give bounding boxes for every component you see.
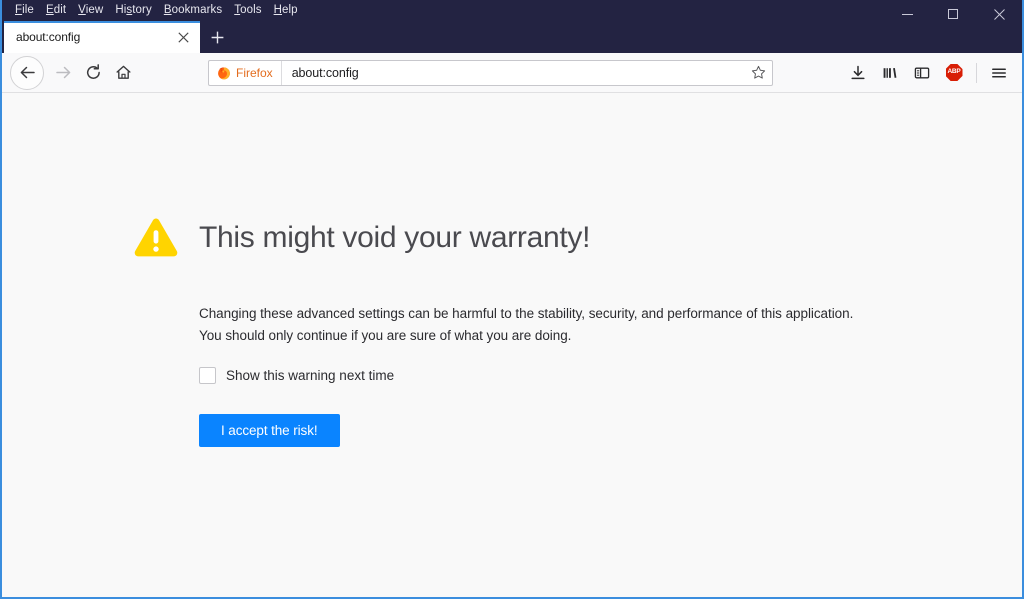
- downloads-icon: [851, 65, 865, 79]
- menu-icon: [992, 67, 1006, 78]
- tab-strip: about:config: [2, 20, 1022, 53]
- forward-icon: [55, 66, 70, 79]
- menu-help[interactable]: Help: [268, 0, 304, 20]
- warning-description: Changing these advanced settings can be …: [199, 306, 854, 343]
- library-button[interactable]: [875, 58, 905, 88]
- minimize-button[interactable]: [884, 0, 930, 28]
- close-icon: [993, 8, 1005, 20]
- close-button[interactable]: [976, 0, 1022, 28]
- app-menu-button[interactable]: [984, 58, 1014, 88]
- maximize-icon: [948, 9, 958, 19]
- back-icon: [20, 66, 35, 79]
- forward-button[interactable]: [48, 58, 78, 88]
- sidebar-icon: [914, 67, 930, 78]
- warning-block: This might void your warranty! Changing …: [133, 217, 893, 447]
- reload-icon: [86, 64, 100, 79]
- home-button[interactable]: [108, 58, 138, 88]
- show-warning-label: Show this warning next time: [226, 367, 395, 383]
- menu-edit[interactable]: Edit: [40, 0, 72, 20]
- url-input[interactable]: about:config: [282, 66, 744, 80]
- page-title: This might void your warranty!: [199, 221, 591, 254]
- tab-title: about:config: [16, 30, 81, 44]
- title-bar: File Edit View History Bookmarks Tools H…: [2, 0, 1022, 20]
- identity-box[interactable]: Firefox: [209, 60, 282, 85]
- toolbar-right-buttons: ABP: [843, 58, 1014, 88]
- sidebar-button[interactable]: [907, 58, 937, 88]
- show-warning-checkbox[interactable]: [199, 366, 216, 384]
- accept-risk-button[interactable]: I accept the risk!: [199, 413, 340, 447]
- page-content: This might void your warranty! Changing …: [2, 93, 1022, 597]
- url-bar[interactable]: Firefox about:config: [208, 59, 773, 86]
- bookmark-star-button[interactable]: [744, 61, 772, 85]
- minimize-icon: [901, 14, 913, 15]
- show-warning-checkbox-row[interactable]: Show this warning next time: [199, 366, 893, 384]
- window-controls: [884, 0, 1022, 20]
- menu-tools[interactable]: Tools: [228, 0, 267, 20]
- back-button[interactable]: [10, 55, 44, 90]
- menu-history[interactable]: History: [109, 0, 158, 20]
- new-tab-button[interactable]: [200, 21, 234, 53]
- tab-about-config[interactable]: about:config: [4, 21, 200, 53]
- adblock-plus-button[interactable]: ABP: [939, 58, 969, 88]
- warning-header: This might void your warranty!: [133, 217, 893, 259]
- home-icon: [116, 65, 130, 79]
- maximize-button[interactable]: [930, 0, 976, 28]
- downloads-button[interactable]: [843, 58, 873, 88]
- plus-icon: [211, 31, 223, 43]
- warning-triangle-icon: [134, 218, 178, 257]
- browser-window: File Edit View History Bookmarks Tools H…: [0, 0, 1024, 599]
- firefox-logo-icon: [218, 66, 230, 79]
- reload-button[interactable]: [78, 58, 108, 88]
- adblock-plus-label: ABP: [947, 68, 961, 76]
- identity-label: Firefox: [236, 65, 273, 80]
- menu-bookmarks[interactable]: Bookmarks: [158, 0, 228, 20]
- menu-view[interactable]: View: [72, 0, 109, 20]
- adblock-plus-icon: ABP: [945, 64, 963, 81]
- star-icon: [751, 65, 765, 79]
- navigation-toolbar: Firefox about:config ABP: [2, 53, 1022, 93]
- menu-file[interactable]: File: [9, 0, 40, 20]
- urlbar-container: Firefox about:config: [138, 59, 843, 86]
- tab-close-icon[interactable]: [174, 28, 192, 46]
- toolbar-separator: [976, 62, 977, 83]
- library-icon: [883, 67, 897, 78]
